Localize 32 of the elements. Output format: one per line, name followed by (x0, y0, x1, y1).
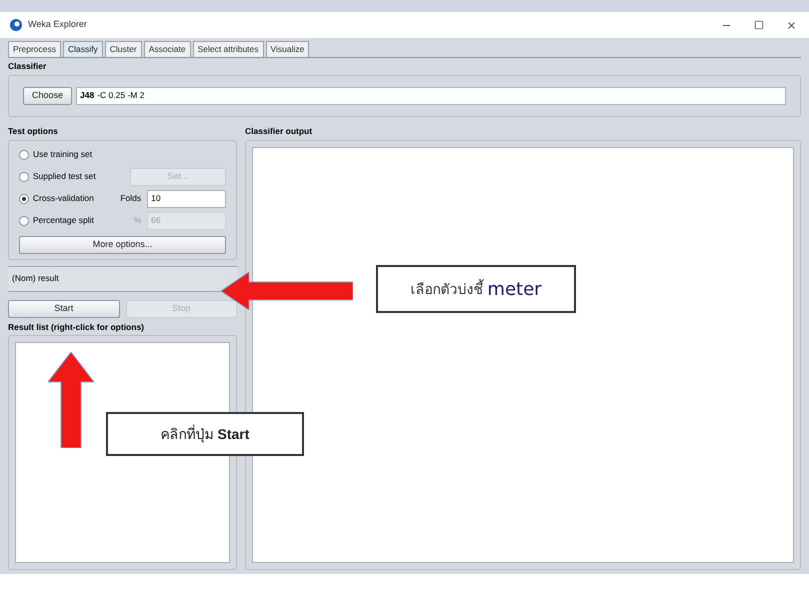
radio-button[interactable] (19, 150, 29, 160)
tab[interactable]: Select attributes (192, 41, 264, 57)
section-heading: Result list (right-click for options) (8, 320, 146, 334)
classifier-field[interactable]: J48 -C 0.25 -M 2 (76, 86, 786, 105)
tab[interactable]: Visualize (266, 41, 310, 57)
tab[interactable]: Classify (63, 41, 103, 57)
radio-label: Supplied test set (32, 170, 97, 183)
field-label: Folds (119, 192, 142, 205)
section-heading: Classifier output (245, 124, 314, 138)
maximize-icon[interactable] (754, 20, 764, 30)
radio-button[interactable] (19, 216, 29, 226)
radio-button[interactable] (19, 172, 29, 182)
radio-label: Use training set (33, 148, 94, 161)
close-icon[interactable] (786, 20, 797, 30)
section-heading: Test options (8, 124, 59, 138)
radio-label: Cross-validation (32, 192, 95, 205)
section-heading: Classifier (8, 60, 48, 73)
class-dropdown[interactable]: (Nom) result (8, 266, 237, 292)
window-title: Weka Explorer (28, 18, 87, 32)
input-field[interactable]: 10 (147, 190, 226, 208)
tab[interactable]: Preprocess (8, 41, 61, 57)
action-button[interactable]: Start (8, 300, 120, 318)
radio-button[interactable] (19, 194, 29, 204)
tab[interactable]: Associate (144, 41, 191, 57)
choose-button[interactable]: Choose (23, 86, 72, 105)
field-label: % (132, 214, 142, 227)
annotation-callout: เลือกตัวบ่งชี้ meter (376, 265, 576, 313)
radio-label: Percentage split (32, 214, 95, 227)
annotation-callout: คลิกที่ปุ่ม Start (106, 412, 304, 456)
more-options-button[interactable]: More options... (19, 236, 226, 254)
tab[interactable]: Cluster (104, 41, 142, 57)
app-logo-icon (10, 19, 22, 31)
